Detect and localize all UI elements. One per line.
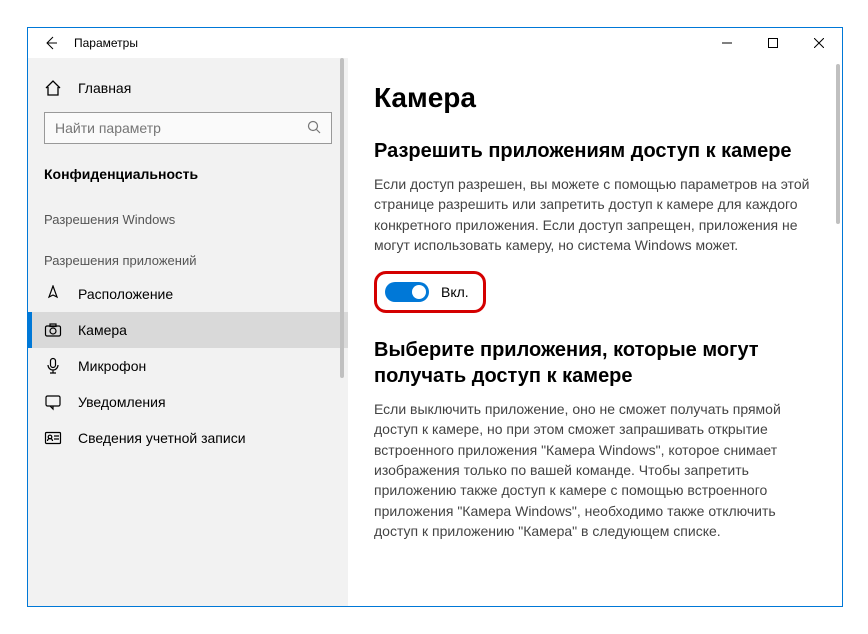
sidebar-item-label: Уведомления xyxy=(78,394,166,410)
sidebar-scrollbar[interactable] xyxy=(340,58,344,606)
toggle-knob xyxy=(412,285,426,299)
sidebar-item-microphone[interactable]: Микрофон xyxy=(28,348,348,384)
settings-window: Параметры Главная Найти параметр xyxy=(27,27,843,607)
sidebar-item-camera[interactable]: Камера xyxy=(28,312,348,348)
section-heading-allow: Разрешить приложениям доступ к камере xyxy=(374,138,816,164)
sidebar-category-title: Конфиденциальность xyxy=(28,154,348,194)
scrollbar-thumb[interactable] xyxy=(836,64,840,224)
sidebar-item-location[interactable]: Расположение xyxy=(28,276,348,312)
location-icon xyxy=(44,285,62,303)
sidebar-item-label: Микрофон xyxy=(78,358,146,374)
home-icon xyxy=(44,79,62,97)
sidebar-item-label: Главная xyxy=(78,80,131,96)
titlebar: Параметры xyxy=(28,28,842,58)
sidebar-item-label: Камера xyxy=(78,322,127,338)
notifications-icon xyxy=(44,393,62,411)
sidebar-item-home[interactable]: Главная xyxy=(28,70,348,106)
sidebar-section-apps: Разрешения приложений xyxy=(28,235,348,276)
page-title: Камера xyxy=(374,82,816,114)
window-controls xyxy=(704,28,842,58)
search-icon xyxy=(307,120,321,137)
sidebar: Главная Найти параметр Конфиденциальност… xyxy=(28,58,348,606)
sidebar-item-label: Сведения учетной записи xyxy=(78,430,246,446)
window-title: Параметры xyxy=(74,36,138,50)
microphone-icon xyxy=(44,357,62,375)
window-body: Главная Найти параметр Конфиденциальност… xyxy=(28,58,842,606)
back-button[interactable] xyxy=(28,28,74,58)
sidebar-item-label: Расположение xyxy=(78,286,173,302)
search-input[interactable]: Найти параметр xyxy=(44,112,332,144)
camera-access-toggle[interactable] xyxy=(385,282,429,302)
section-body-allow: Если доступ разрешен, вы можете с помощь… xyxy=(374,174,816,255)
close-button[interactable] xyxy=(796,28,842,58)
sidebar-section-windows: Разрешения Windows xyxy=(28,194,348,235)
scrollbar-thumb[interactable] xyxy=(340,58,344,378)
toggle-label: Вкл. xyxy=(441,284,469,300)
account-icon xyxy=(44,429,62,447)
minimize-button[interactable] xyxy=(704,28,750,58)
arrow-left-icon xyxy=(44,36,58,50)
maximize-button[interactable] xyxy=(750,28,796,58)
camera-access-toggle-highlight: Вкл. xyxy=(374,271,486,313)
camera-icon xyxy=(44,321,62,339)
search-placeholder: Найти параметр xyxy=(55,120,161,136)
section-heading-choose-apps: Выберите приложения, которые могут получ… xyxy=(374,337,816,389)
sidebar-item-notifications[interactable]: Уведомления xyxy=(28,384,348,420)
main-scrollbar[interactable] xyxy=(836,58,840,606)
section-body-choose-apps: Если выключить приложение, оно не сможет… xyxy=(374,399,816,541)
sidebar-item-account[interactable]: Сведения учетной записи xyxy=(28,420,348,456)
main-content: Камера Разрешить приложениям доступ к ка… xyxy=(348,58,842,606)
